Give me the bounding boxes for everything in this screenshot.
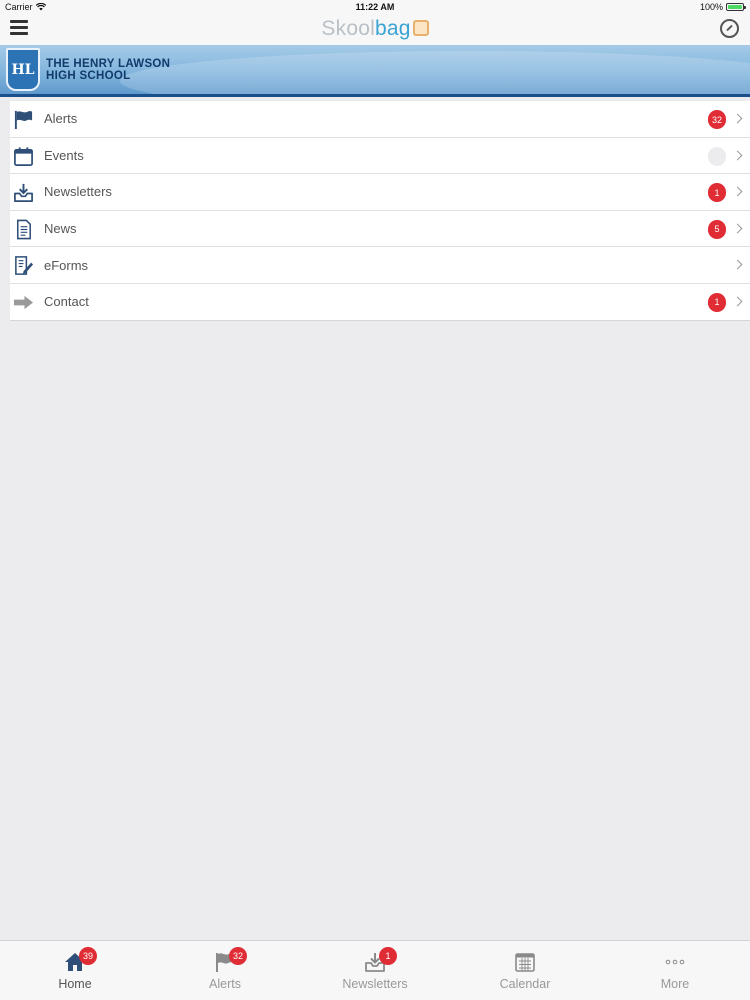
flag-icon	[14, 110, 33, 130]
tab-alerts[interactable]: 32 Alerts	[150, 941, 300, 1000]
tab-label: Calendar	[499, 977, 551, 991]
more-dots-icon	[665, 959, 685, 965]
tab-badge: 39	[79, 947, 97, 965]
menu-item-eforms[interactable]: eForms	[10, 247, 750, 284]
menu-label: Events	[44, 147, 84, 163]
menu-label: News	[44, 221, 77, 237]
menu-item-contact[interactable]: Contact 1	[10, 284, 750, 321]
menu-item-news[interactable]: News 5	[10, 211, 750, 248]
menu-item-events[interactable]: Events	[10, 138, 750, 175]
count-badge: 1	[708, 292, 726, 312]
tab-label: Home	[58, 977, 92, 991]
crest-letters: HL	[11, 61, 35, 78]
count-badge	[708, 146, 726, 166]
count-badge: 1	[708, 183, 726, 203]
tab-label: Alerts	[209, 977, 241, 991]
bag-icon	[412, 20, 429, 36]
inbox-download-icon	[14, 184, 33, 203]
school-name-line2: HIGH SCHOOL	[46, 70, 131, 82]
logo-text-bag: bag	[374, 17, 411, 40]
chevron-right-icon	[732, 223, 743, 234]
form-edit-icon	[15, 256, 34, 276]
menu-label: Alerts	[44, 111, 78, 127]
tab-badge: 32	[229, 947, 247, 965]
school-name: THE HENRY LAWSON HIGH SCHOOL	[46, 58, 170, 82]
status-bar: Carrier 11:22 AM 100%	[0, 0, 750, 14]
calendar-icon	[14, 147, 33, 166]
tab-bar: 39 Home 32 Alerts 1 Newsletters Calendar	[0, 940, 750, 1000]
tab-more[interactable]: More	[600, 941, 750, 1000]
menu-label: Contact	[44, 294, 89, 310]
chevron-right-icon	[732, 113, 743, 124]
tab-label: More	[660, 977, 690, 991]
chevron-right-icon	[732, 150, 743, 161]
tab-label: Newsletters	[342, 977, 408, 991]
school-banner: HL THE HENRY LAWSON HIGH SCHOOL	[0, 45, 750, 97]
battery-indicator: 100%	[699, 2, 746, 12]
status-time: 11:22 AM	[355, 2, 395, 12]
logo-text-skool: Skool	[321, 17, 375, 40]
nav-bar: Skoolbag	[0, 14, 750, 45]
menu-label: eForms	[44, 257, 89, 273]
chevron-right-icon	[732, 259, 743, 270]
tab-home[interactable]: 39 Home	[0, 941, 150, 1000]
school-crest-icon: HL	[6, 48, 40, 91]
menu-label: Newsletters	[44, 184, 112, 200]
count-badge: 32	[707, 110, 726, 129]
school-name-line1: THE HENRY LAWSON	[46, 58, 171, 70]
main-menu-list: Alerts 32 Events Newsletters 1 News 5 eF…	[10, 101, 750, 321]
battery-percent: 100%	[699, 2, 723, 12]
chevron-right-icon	[732, 186, 743, 197]
arrow-right-icon	[13, 295, 34, 310]
sync-icon[interactable]	[720, 19, 739, 38]
count-badge: 5	[708, 219, 726, 239]
chevron-right-icon	[732, 296, 743, 307]
tab-calendar[interactable]: Calendar	[450, 941, 600, 1000]
tab-badge: 1	[379, 947, 397, 965]
menu-item-alerts[interactable]: Alerts 32	[10, 101, 750, 138]
calendar-icon	[515, 953, 535, 972]
document-icon	[17, 219, 31, 240]
tab-newsletters[interactable]: 1 Newsletters	[300, 941, 450, 1000]
menu-item-newsletters[interactable]: Newsletters 1	[10, 174, 750, 211]
skoolbag-logo: Skoolbag	[0, 17, 750, 41]
battery-icon	[726, 3, 746, 11]
